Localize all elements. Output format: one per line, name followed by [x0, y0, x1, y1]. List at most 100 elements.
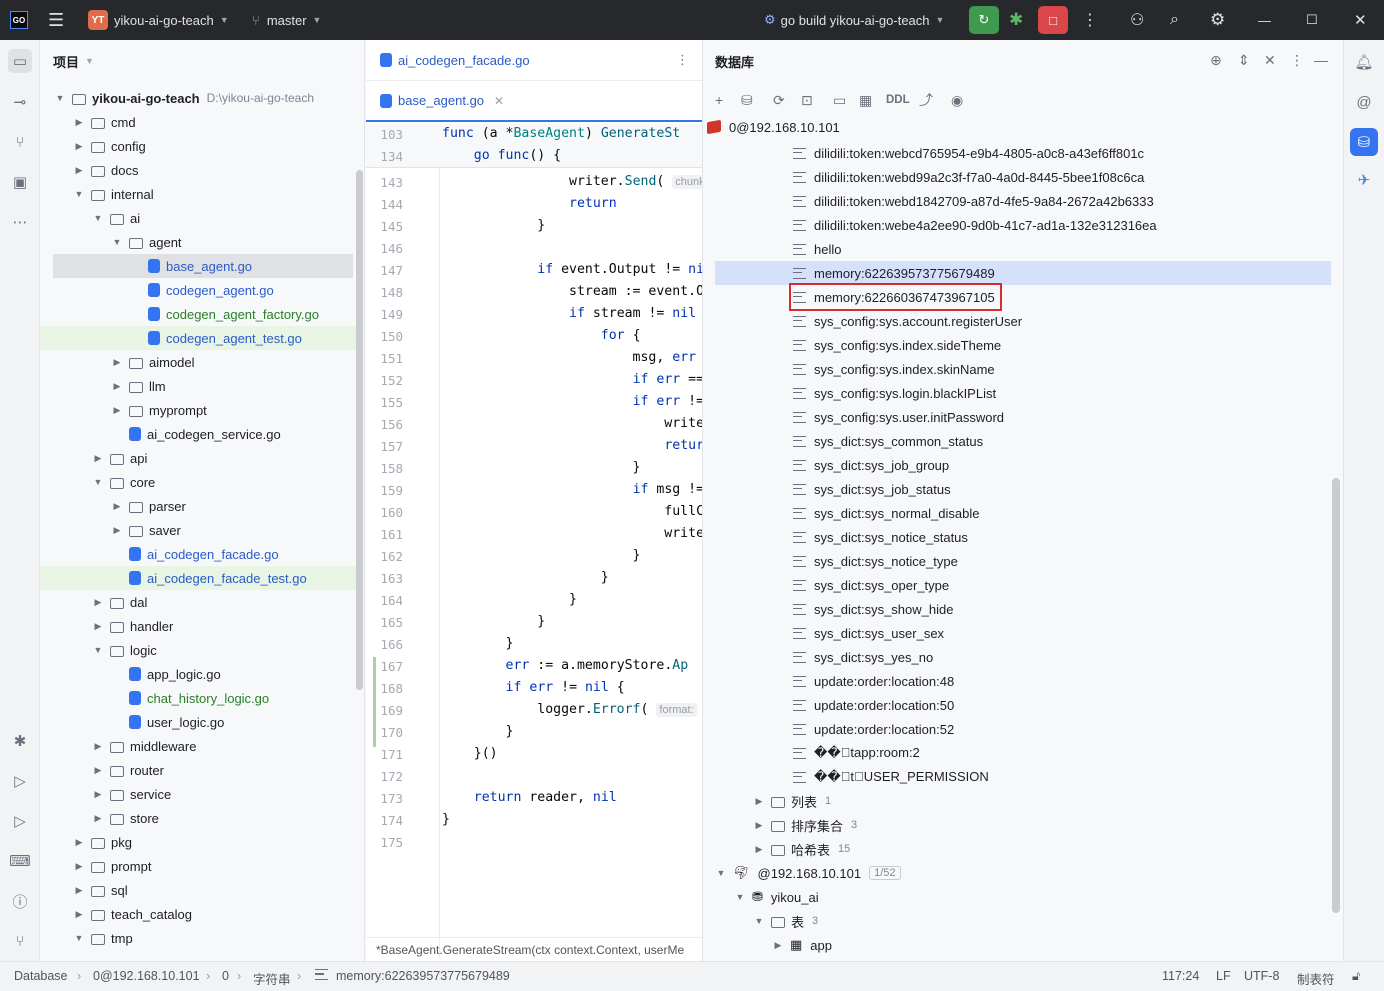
chevron-right-icon[interactable]: ▶: [73, 141, 85, 152]
chevron-down-icon[interactable]: ▼: [111, 237, 123, 247]
code-line[interactable]: 144 return: [366, 194, 702, 216]
services-icon[interactable]: ▷: [8, 769, 32, 793]
tree-file[interactable]: app_logic.go: [40, 662, 356, 686]
code-line[interactable]: 103 func (a *BaseAgent) GenerateSt: [366, 124, 702, 146]
code-line[interactable]: 148 stream := event.O: [366, 282, 702, 304]
structure-icon[interactable]: ▣: [8, 170, 32, 194]
code-line[interactable]: 175: [366, 832, 702, 854]
branch-selector[interactable]: ⑂ master ▼: [252, 0, 321, 40]
tab-base-agent[interactable]: base_agent.go ✕: [366, 81, 702, 122]
chevron-down-icon[interactable]: ▼: [92, 645, 104, 655]
tab-ai-codegen-facade[interactable]: ai_codegen_facade.go ⋮: [366, 40, 702, 81]
close-tab-icon[interactable]: ✕: [494, 94, 504, 108]
git-icon[interactable]: ⑂: [8, 929, 32, 953]
tree-folder[interactable]: ▶ sql: [40, 878, 356, 902]
status-encoding[interactable]: UTF-8: [1244, 969, 1279, 983]
tree-folder[interactable]: ▼ yikou-ai-go-teach D:\yikou-ai-go-teach: [40, 86, 356, 110]
project-folder-icon[interactable]: ▭: [8, 49, 32, 73]
tree-folder[interactable]: ▼ tmp: [40, 926, 356, 950]
tree-file[interactable]: ai_codegen_facade.go: [40, 542, 356, 566]
tree-folder[interactable]: ▶ handler: [40, 614, 356, 638]
redis-key-item[interactable]: sys_config:sys.account.registerUser: [793, 309, 1022, 333]
chevron-right-icon[interactable]: ▶: [111, 381, 123, 392]
tree-folder[interactable]: ▼ logic: [40, 638, 356, 662]
chevron-right-icon[interactable]: ▶: [73, 885, 85, 896]
tables-node[interactable]: ▼ 表 3: [753, 909, 819, 933]
code-line[interactable]: 160 fullC: [366, 502, 702, 524]
redis-key-item[interactable]: sys_config:sys.index.skinName: [793, 357, 995, 381]
chevron-down-icon[interactable]: ▼: [73, 933, 85, 943]
database-icon[interactable]: ⛁: [1350, 128, 1378, 156]
chevron-right-icon[interactable]: ▶: [92, 789, 104, 800]
commit-icon[interactable]: ⊸: [8, 90, 32, 114]
chevron-right-icon[interactable]: ▶: [92, 621, 104, 632]
code-line[interactable]: 161 write: [366, 524, 702, 546]
notifications-icon[interactable]: 🔔︎: [1352, 50, 1376, 74]
refresh-icon[interactable]: ⟳: [773, 89, 785, 111]
tree-folder[interactable]: ▶ parser: [40, 494, 356, 518]
more-icon[interactable]: ⋮: [1290, 52, 1304, 69]
redis-key-item[interactable]: dilidili:token:webcd765954-e9b4-4805-a0c…: [793, 141, 1144, 165]
redis-key-item[interactable]: sys_dict:sys_notice_type: [793, 549, 958, 573]
redis-key-item[interactable]: �� t USER_PERMISSION: [793, 765, 989, 789]
ai-assistant-icon[interactable]: @: [1352, 90, 1376, 114]
stop-icon[interactable]: □: [1038, 6, 1068, 34]
code-line[interactable]: 157 retur: [366, 436, 702, 458]
tree-folder[interactable]: ▼ ai: [40, 206, 356, 230]
tree-file[interactable]: ai_codegen_service.go: [40, 422, 356, 446]
redis-key-item[interactable]: update:order:location:48: [793, 669, 954, 693]
tree-folder[interactable]: ▶ pkg: [40, 830, 356, 854]
target-icon[interactable]: ⊕: [1210, 52, 1222, 69]
collapse-icon[interactable]: ✕: [1264, 52, 1276, 69]
search-icon[interactable]: ⌕: [1170, 0, 1179, 40]
chevron-right-icon[interactable]: ▶: [92, 813, 104, 824]
code-line[interactable]: 164 }: [366, 590, 702, 612]
redis-key-item[interactable]: update:order:location:50: [793, 693, 954, 717]
chevron-down-icon[interactable]: ▼: [92, 477, 104, 487]
tree-folder[interactable]: ▶ myprompt: [40, 398, 356, 422]
code-line[interactable]: 145 }: [366, 216, 702, 238]
chevron-right-icon[interactable]: ▶: [111, 501, 123, 512]
status-database[interactable]: Database: [14, 969, 68, 983]
chevron-down-icon[interactable]: ▼: [73, 189, 85, 199]
redis-key-item[interactable]: sys_dict:sys_notice_status: [793, 525, 968, 549]
status-db-index[interactable]: 0: [222, 969, 229, 983]
redis-group-node[interactable]: ▶ 列表 1: [753, 789, 832, 813]
code-line[interactable]: 167 err := a.memoryStore.Ap: [366, 656, 702, 678]
chevron-right-icon[interactable]: ▶: [111, 525, 123, 536]
tree-folder[interactable]: ▶ docs: [40, 158, 356, 182]
tree-folder[interactable]: ▶ saver: [40, 518, 356, 542]
view-icon[interactable]: ◉: [951, 89, 963, 111]
code-line[interactable]: 168 if err != nil {: [366, 678, 702, 700]
redis-key-item[interactable]: memory:622660367473967105: [789, 283, 1002, 311]
chevron-down-icon[interactable]: ▼: [54, 93, 66, 103]
debug-icon[interactable]: ✱: [1009, 0, 1023, 40]
project-selector[interactable]: YT yikou-ai-go-teach ▼: [88, 0, 229, 40]
close-icon[interactable]: ✕: [1354, 0, 1367, 40]
redis-key-item[interactable]: sys_dict:sys_yes_no: [793, 645, 933, 669]
chevron-right-icon[interactable]: ▶: [73, 117, 85, 128]
tree-folder[interactable]: ▶ dal: [40, 590, 356, 614]
tree-folder[interactable]: ▼ core: [40, 470, 356, 494]
redis-group-node[interactable]: ▶ 排序集合 3: [753, 813, 858, 837]
code-line[interactable]: 163 }: [366, 568, 702, 590]
more-icon[interactable]: ⋮: [1082, 0, 1098, 40]
tree-folder[interactable]: ▶ aimodel: [40, 350, 356, 374]
pull-requests-icon[interactable]: ⑂: [8, 130, 32, 154]
redis-key-item[interactable]: dilidili:token:webd1842709-a87d-4fe5-9a8…: [793, 189, 1154, 213]
code-line[interactable]: 149 if stream != nil: [366, 304, 702, 326]
tree-folder[interactable]: ▶ config: [40, 134, 356, 158]
redis-key-item[interactable]: sys_dict:sys_job_status: [793, 477, 951, 501]
code-line[interactable]: 146: [366, 238, 702, 260]
tree-folder[interactable]: ▶ service: [40, 782, 356, 806]
redis-key-item[interactable]: sys_dict:sys_common_status: [793, 429, 983, 453]
status-connection[interactable]: 0@192.168.10.101: [93, 969, 200, 983]
code-line[interactable]: 155 if err !=: [366, 392, 702, 414]
code-line[interactable]: 162 }: [366, 546, 702, 568]
datasource-icon[interactable]: ⛁: [741, 89, 753, 111]
status-line-separator[interactable]: LF: [1216, 969, 1231, 983]
tree-file[interactable]: ai_codegen_facade_test.go: [40, 566, 356, 590]
redis-key-item[interactable]: sys_dict:sys_job_group: [793, 453, 949, 477]
redis-group-node[interactable]: ▶ 哈希表 15: [753, 837, 851, 861]
chevron-right-icon[interactable]: ▶: [111, 357, 123, 368]
